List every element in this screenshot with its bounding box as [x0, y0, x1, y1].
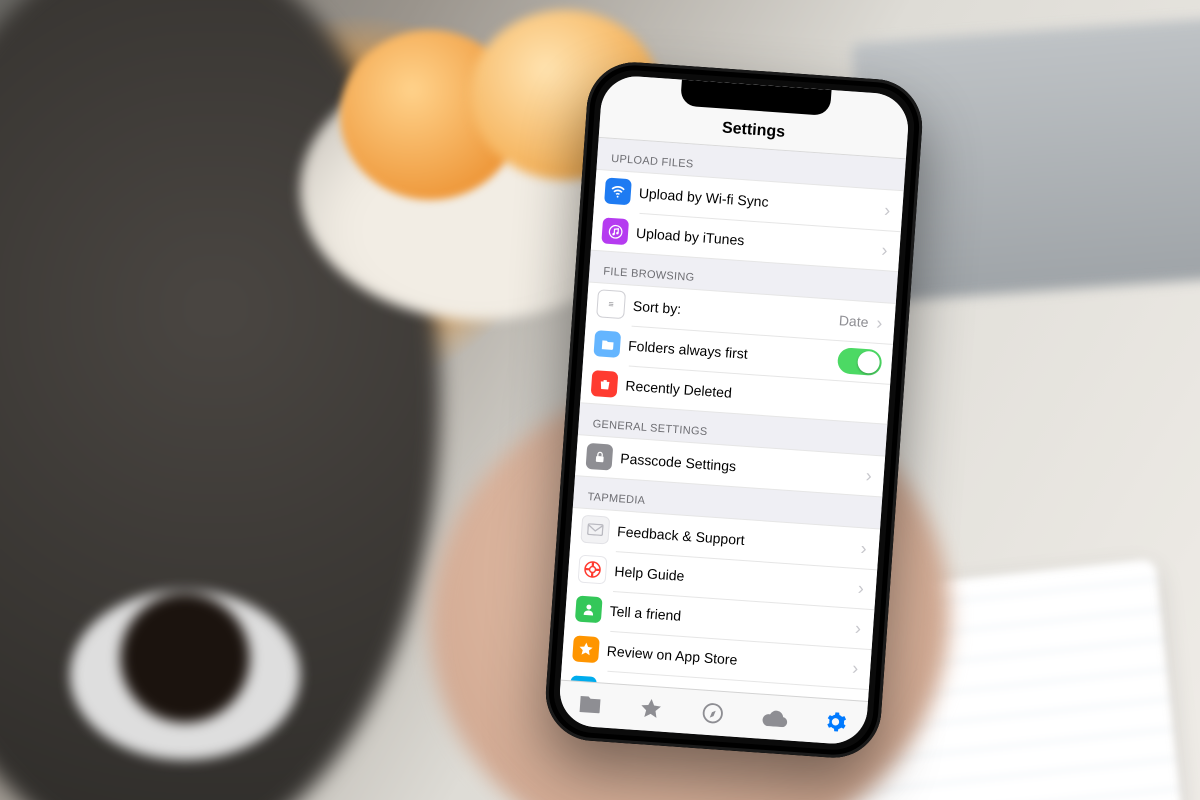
row-label: Upload by iTunes [628, 224, 879, 257]
phone-screen: Settings UPLOAD FILES Upload by Wi-fi Sy… [558, 74, 911, 746]
row-label: Recently Deleted [617, 377, 879, 411]
settings-scroll[interactable]: UPLOAD FILES Upload by Wi-fi Sync › Uplo [561, 138, 906, 702]
row-label: Folders always first [620, 337, 839, 368]
row-value: Date [838, 312, 873, 330]
tab-cloud[interactable] [742, 693, 807, 741]
itunes-icon [601, 217, 629, 245]
row-label: Feedback & Support [609, 523, 858, 556]
chevron-right-icon: › [872, 313, 885, 332]
group-browsing: ≡ Sort by: Date › Folders always first [580, 282, 896, 425]
tab-browser[interactable] [681, 689, 746, 737]
sort-icon: ≡ [596, 289, 626, 319]
folder-icon [593, 330, 621, 358]
chevron-right-icon: › [853, 579, 866, 598]
photo-background: Settings UPLOAD FILES Upload by Wi-fi Sy… [0, 0, 1200, 800]
row-label: Passcode Settings [612, 450, 863, 483]
trash-icon [591, 370, 619, 398]
chevron-right-icon: › [880, 201, 893, 220]
cloud-icon [761, 708, 788, 728]
chevron-right-icon: › [848, 659, 861, 678]
star-icon [572, 635, 600, 663]
row-label: Upload by Wi-fi Sync [630, 184, 881, 217]
row-label: Help Guide [606, 563, 855, 596]
group-tapmedia: Feedback & Support › Help Guide › [561, 507, 880, 702]
star-icon [639, 696, 665, 722]
row-label: Tell a friend [601, 602, 852, 635]
lifebuoy-icon [578, 555, 608, 585]
wifi-icon [604, 177, 632, 205]
row-label: Sort by: [624, 297, 839, 328]
chevron-right-icon: › [861, 466, 874, 485]
row-label: Review on App Store [598, 642, 849, 675]
tab-settings[interactable] [803, 698, 868, 746]
chevron-right-icon: › [856, 539, 869, 558]
page-title: Settings [721, 120, 785, 142]
tab-favorites[interactable] [619, 685, 684, 733]
chevron-right-icon: › [850, 619, 863, 638]
gear-icon [824, 710, 847, 733]
chevron-right-icon: › [877, 241, 890, 260]
folder-icon [577, 694, 602, 716]
toggle-folders-first[interactable] [837, 347, 883, 376]
coffee-cup [70, 590, 300, 760]
iphone-frame: Settings UPLOAD FILES Upload by Wi-fi Sy… [543, 59, 926, 761]
tab-files[interactable] [558, 681, 623, 729]
person-icon [575, 595, 603, 623]
compass-icon [701, 702, 724, 725]
envelope-icon [580, 515, 610, 545]
lock-icon [586, 443, 614, 471]
